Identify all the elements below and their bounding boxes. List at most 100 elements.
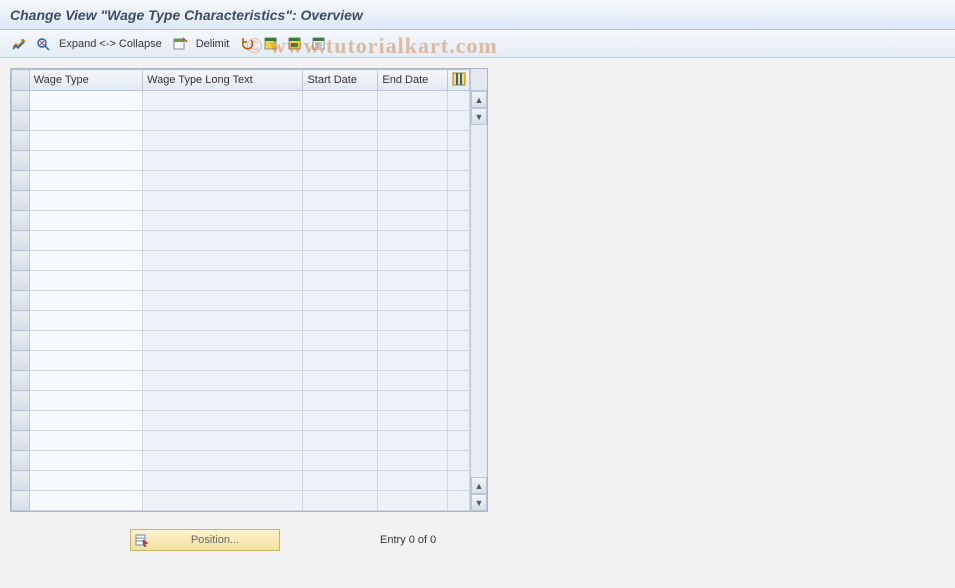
- table-settings-icon[interactable]: [448, 70, 470, 91]
- table-row[interactable]: [12, 151, 470, 171]
- expand-collapse-button[interactable]: Expand <-> Collapse: [56, 34, 167, 54]
- row-selector[interactable]: [12, 151, 30, 171]
- cell-long-text[interactable]: [143, 91, 303, 111]
- cell-wage-type[interactable]: [29, 411, 142, 431]
- cell-end-date[interactable]: [378, 151, 448, 171]
- new-entries-icon[interactable]: [169, 34, 191, 54]
- cell-end-date[interactable]: [378, 411, 448, 431]
- row-selector[interactable]: [12, 471, 30, 491]
- cell-wage-type[interactable]: [29, 451, 142, 471]
- select-all-icon[interactable]: [260, 34, 282, 54]
- cell-end-date[interactable]: [378, 451, 448, 471]
- row-selector[interactable]: [12, 371, 30, 391]
- row-selector[interactable]: [12, 451, 30, 471]
- cell-long-text[interactable]: [143, 271, 303, 291]
- table-row[interactable]: [12, 331, 470, 351]
- col-header-start-date[interactable]: Start Date: [303, 70, 378, 91]
- cell-start-date[interactable]: [303, 451, 378, 471]
- row-selector[interactable]: [12, 431, 30, 451]
- cell-end-date[interactable]: [378, 291, 448, 311]
- cell-end-date[interactable]: [378, 351, 448, 371]
- cell-end-date[interactable]: [378, 271, 448, 291]
- cell-wage-type[interactable]: [29, 251, 142, 271]
- cell-end-date[interactable]: [378, 371, 448, 391]
- row-selector[interactable]: [12, 411, 30, 431]
- row-selector[interactable]: [12, 331, 30, 351]
- cell-long-text[interactable]: [143, 391, 303, 411]
- cell-wage-type[interactable]: [29, 191, 142, 211]
- cell-start-date[interactable]: [303, 251, 378, 271]
- cell-long-text[interactable]: [143, 231, 303, 251]
- cell-start-date[interactable]: [303, 491, 378, 511]
- undo-icon[interactable]: [236, 34, 258, 54]
- cell-wage-type[interactable]: [29, 371, 142, 391]
- row-selector[interactable]: [12, 391, 30, 411]
- table-row[interactable]: [12, 111, 470, 131]
- row-selector[interactable]: [12, 251, 30, 271]
- cell-start-date[interactable]: [303, 211, 378, 231]
- cell-wage-type[interactable]: [29, 171, 142, 191]
- cell-start-date[interactable]: [303, 171, 378, 191]
- cell-end-date[interactable]: [378, 131, 448, 151]
- table-row[interactable]: [12, 351, 470, 371]
- cell-long-text[interactable]: [143, 311, 303, 331]
- row-selector[interactable]: [12, 311, 30, 331]
- row-selector[interactable]: [12, 191, 30, 211]
- cell-start-date[interactable]: [303, 331, 378, 351]
- table-row[interactable]: [12, 131, 470, 151]
- table-row[interactable]: [12, 91, 470, 111]
- scroll-down-icon[interactable]: ▼: [471, 108, 487, 125]
- cell-long-text[interactable]: [143, 131, 303, 151]
- cell-end-date[interactable]: [378, 111, 448, 131]
- cell-long-text[interactable]: [143, 351, 303, 371]
- cell-wage-type[interactable]: [29, 471, 142, 491]
- wage-type-table[interactable]: Wage Type Wage Type Long Text Start Date…: [11, 69, 470, 511]
- other-view-icon[interactable]: [32, 34, 54, 54]
- cell-end-date[interactable]: [378, 331, 448, 351]
- cell-wage-type[interactable]: [29, 351, 142, 371]
- cell-start-date[interactable]: [303, 131, 378, 151]
- cell-start-date[interactable]: [303, 191, 378, 211]
- cell-wage-type[interactable]: [29, 131, 142, 151]
- cell-start-date[interactable]: [303, 471, 378, 491]
- table-row[interactable]: [12, 411, 470, 431]
- cell-long-text[interactable]: [143, 211, 303, 231]
- cell-start-date[interactable]: [303, 271, 378, 291]
- col-header-wage-type[interactable]: Wage Type: [29, 70, 142, 91]
- row-selector[interactable]: [12, 271, 30, 291]
- table-row[interactable]: [12, 371, 470, 391]
- deselect-all-icon[interactable]: [308, 34, 330, 54]
- cell-start-date[interactable]: [303, 371, 378, 391]
- cell-wage-type[interactable]: [29, 111, 142, 131]
- cell-wage-type[interactable]: [29, 271, 142, 291]
- cell-long-text[interactable]: [143, 371, 303, 391]
- cell-start-date[interactable]: [303, 151, 378, 171]
- cell-long-text[interactable]: [143, 411, 303, 431]
- cell-end-date[interactable]: [378, 171, 448, 191]
- col-header-long-text[interactable]: Wage Type Long Text: [143, 70, 303, 91]
- toggle-display-change-icon[interactable]: [8, 34, 30, 54]
- cell-end-date[interactable]: [378, 431, 448, 451]
- row-selector[interactable]: [12, 491, 30, 511]
- scrollbar-track[interactable]: [471, 125, 487, 477]
- vertical-scrollbar[interactable]: ▲ ▼ ▲ ▼: [470, 69, 487, 511]
- scroll-down2-icon[interactable]: ▼: [471, 494, 487, 511]
- cell-end-date[interactable]: [378, 231, 448, 251]
- table-row[interactable]: [12, 471, 470, 491]
- row-select-header[interactable]: [12, 70, 30, 91]
- cell-long-text[interactable]: [143, 111, 303, 131]
- cell-start-date[interactable]: [303, 351, 378, 371]
- cell-wage-type[interactable]: [29, 91, 142, 111]
- table-row[interactable]: [12, 391, 470, 411]
- cell-start-date[interactable]: [303, 391, 378, 411]
- cell-wage-type[interactable]: [29, 431, 142, 451]
- table-row[interactable]: [12, 211, 470, 231]
- select-block-icon[interactable]: [284, 34, 306, 54]
- cell-end-date[interactable]: [378, 211, 448, 231]
- col-header-end-date[interactable]: End Date: [378, 70, 448, 91]
- cell-long-text[interactable]: [143, 471, 303, 491]
- cell-start-date[interactable]: [303, 431, 378, 451]
- scroll-up-icon[interactable]: ▲: [471, 91, 487, 108]
- cell-long-text[interactable]: [143, 151, 303, 171]
- table-row[interactable]: [12, 491, 470, 511]
